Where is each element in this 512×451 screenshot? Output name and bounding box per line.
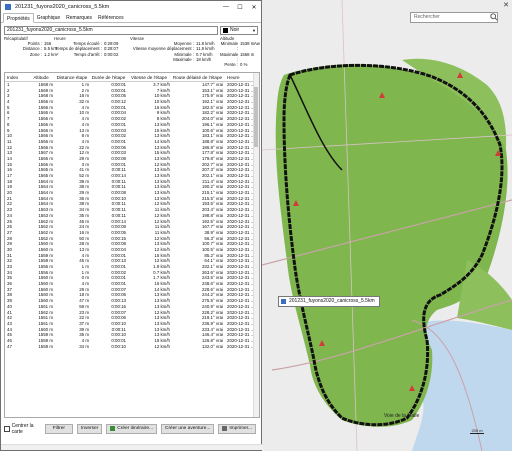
table-header: Index Altitude Distance étape Durée de l… [5, 73, 259, 82]
close-icon[interactable]: ✕ [503, 1, 509, 9]
column-header[interactable]: Heure [225, 73, 255, 81]
track-tooltip: 201231_fuyons2020_canicross_5.5km [278, 296, 380, 307]
table-body: 1 1568 m1 m 0:00:01 3.7 km/h 147.7° vrai 2020… [5, 82, 259, 349]
vertical-scrollbar[interactable] [253, 73, 259, 417]
summary-recap: Récapitulatif Points :156 Distance :5.5 … [4, 36, 58, 57]
center-map-checkbox[interactable]: Centrer la carte [4, 423, 43, 435]
printer-icon [222, 426, 228, 431]
table-cell: 0:00:10 [111, 343, 126, 349]
tab-notes[interactable]: Remarques [63, 13, 95, 22]
create-route-button[interactable]: Créer itinéraire... [106, 423, 157, 434]
summary-time: Heure Temps écoulé :0:29:09 Temps de dép… [54, 36, 118, 57]
table-cell: 47 [7, 343, 12, 349]
color-swatch [223, 28, 228, 33]
place-label: Voie de la Malle [384, 413, 420, 419]
summary-value: 0:00:02 [104, 51, 119, 57]
tab-graph[interactable]: Graphique [34, 13, 63, 22]
column-header[interactable]: Altitude [29, 73, 55, 81]
horizontal-scrollbar[interactable] [1, 444, 263, 450]
summary-key: Zone : [29, 51, 42, 57]
summary-key: Minimale : [220, 41, 238, 52]
track-icon [281, 299, 286, 304]
table-cell: 1559 m [38, 343, 53, 349]
filter-button[interactable]: Filtrer [44, 423, 73, 434]
column-header[interactable]: Distance étape [55, 73, 91, 81]
summary-key: Maximale : [173, 56, 194, 62]
create-route-label: Créer itinéraire... [117, 425, 153, 431]
table-row[interactable]: 47 1559 m 34 m 0:00:10 12 km/h 132.0° vrai 202… [5, 344, 259, 350]
points-table[interactable]: Index Altitude Distance étape Durée de l… [4, 72, 260, 418]
scrollbar-thumb[interactable] [254, 87, 258, 147]
map-canvas[interactable] [262, 0, 512, 451]
app-icon [5, 4, 11, 10]
chevron-down-icon: ▼ [252, 28, 256, 33]
summary-key: Maximale : [220, 51, 239, 62]
table-cell: 34 m [79, 343, 89, 349]
print-label: Imprimer... [229, 425, 252, 431]
create-adventure-button[interactable]: Créer une aventure... [161, 423, 215, 434]
scale-bar: 200 m [470, 428, 484, 434]
route-icon [110, 426, 116, 431]
checkbox-label: Centrer la carte [11, 422, 34, 435]
table-cell: 12 km/h [154, 343, 170, 349]
tooltip-label: 201231_fuyons2020_canicross_5.5km [289, 298, 375, 304]
summary-speed: Vitesse Moyenne :11.8 km/h Vitesse moyen… [130, 36, 215, 62]
search-icon[interactable] [490, 13, 498, 21]
column-header[interactable]: Route délaisé de l'étape [172, 73, 225, 81]
properties-window: 201231_fuyons2020_canicross_5.5km — ☐ ✕ … [0, 0, 263, 451]
color-select[interactable]: Noir ▼ [220, 26, 258, 35]
search-input[interactable]: Rechercher [410, 12, 498, 23]
summary-key: Pente : [224, 62, 238, 68]
title-bar[interactable]: 201231_fuyons2020_canicross_5.5km — ☐ ✕ [1, 1, 261, 13]
summary-altitude: Altitude Minimale :1538 m Maximale :1568… [220, 36, 254, 67]
summary-value: 0 % [240, 62, 248, 68]
table-cell: 132.0° vrai [201, 343, 223, 349]
summary-extra-heading: Aw [254, 41, 260, 46]
maximize-button[interactable]: ☐ [233, 4, 247, 11]
map-view[interactable]: ✕ Rechercher 201231_fuyons2020_canicross… [262, 0, 512, 451]
tab-references[interactable]: Références [95, 13, 127, 22]
bottom-toolbar: Centrer la carte Filtrer Inverser Créer … [4, 422, 260, 435]
window-title: 201231_fuyons2020_canicross_5.5km [15, 4, 110, 10]
column-header[interactable]: Durée de l'étape [91, 73, 128, 81]
summary-key: Temps d'arrêt : [73, 51, 102, 57]
track-name-row: 201231_fuyons2020_canicross_5.5km Noir ▼ [4, 26, 258, 35]
summary-value: 1568 m [240, 51, 255, 57]
checkbox-box[interactable] [4, 425, 10, 432]
track-name-input[interactable]: 201231_fuyons2020_canicross_5.5km [4, 26, 218, 35]
color-label: Noir [230, 27, 240, 33]
tab-bar: Propriétés Graphique Remarques Référence… [1, 13, 261, 23]
tab-properties[interactable]: Propriétés [3, 13, 34, 23]
summary-panel: Récapitulatif Points :156 Distance :5.5 … [4, 36, 260, 67]
print-button[interactable]: Imprimer... [218, 423, 256, 434]
close-button[interactable]: ✕ [247, 4, 261, 11]
summary-value: 18 km/h [196, 56, 212, 62]
table-cell: 2020-12-31 ... [227, 343, 255, 349]
column-header[interactable]: Vitesse de l'étape [128, 73, 172, 81]
minimize-button[interactable]: — [219, 4, 233, 11]
summary-value: 1538 m [240, 41, 255, 47]
invert-button[interactable]: Inverser [76, 423, 103, 434]
column-header[interactable]: Index [5, 73, 29, 81]
